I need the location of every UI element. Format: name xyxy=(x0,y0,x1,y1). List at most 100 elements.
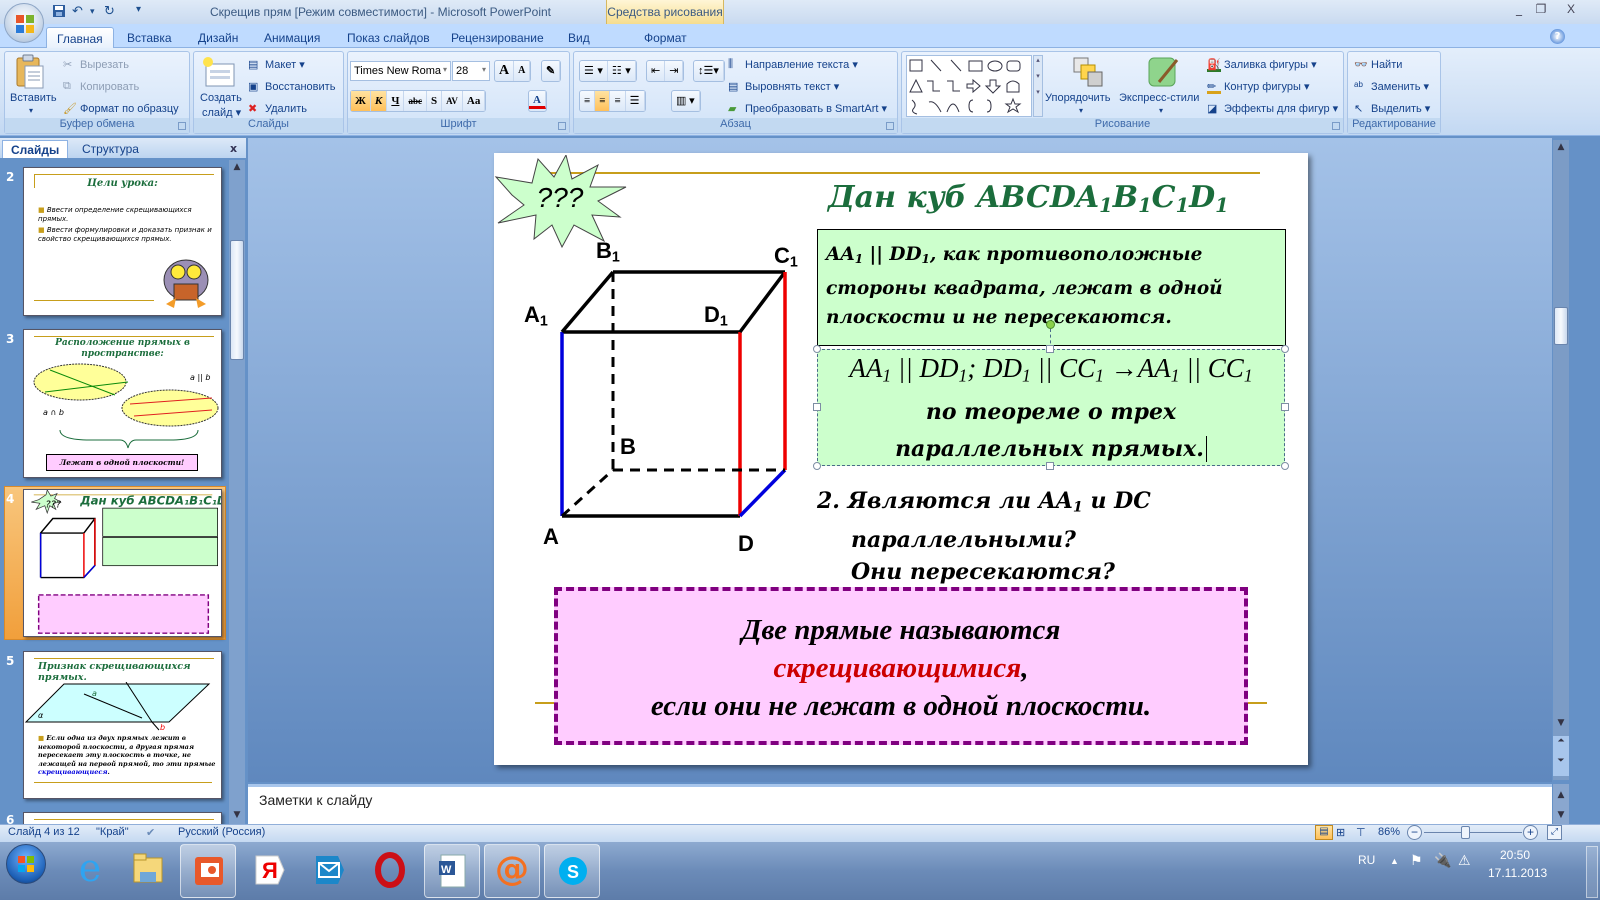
taskbar-mail-agent[interactable]: @ xyxy=(484,844,540,898)
question-2[interactable]: 2. Являются ли AA1 и DC параллельными? О… xyxy=(817,485,1151,588)
resize-handle-r[interactable] xyxy=(1281,403,1289,411)
font-size-select[interactable]: 28 ▾ xyxy=(452,61,490,81)
taskbar-skype[interactable]: S xyxy=(544,844,600,898)
restore-button[interactable]: ❐ xyxy=(1530,2,1552,20)
tab-animation[interactable]: Анимация xyxy=(254,27,330,48)
rotation-handle[interactable] xyxy=(1046,320,1055,329)
char-spacing-button[interactable]: AV xyxy=(442,91,463,111)
tab-design[interactable]: Дизайн xyxy=(188,27,248,48)
replace-button[interactable]: ab Заменить ▾ xyxy=(1354,80,1429,94)
zoom-slider-track[interactable] xyxy=(1424,832,1522,833)
dialog-launcher-icon[interactable] xyxy=(886,122,894,130)
layout-button[interactable]: ▤ Макет ▾ xyxy=(248,58,305,72)
arrange-button[interactable]: Упорядочить xyxy=(1045,92,1110,104)
decrease-indent-button[interactable]: ⇤ xyxy=(647,61,666,81)
justify-button[interactable]: ☰ xyxy=(626,91,645,111)
taskbar-opera[interactable] xyxy=(362,844,418,898)
bullets-button[interactable]: ☰ ▾ xyxy=(580,61,608,81)
scroll-up-icon[interactable]: ▲ xyxy=(229,162,245,172)
reset-button[interactable]: ▣ Восстановить xyxy=(248,80,335,94)
grow-font-button[interactable]: A xyxy=(495,61,515,81)
customize-qat-icon[interactable]: ▾ xyxy=(136,4,141,20)
zoom-in-button[interactable]: + xyxy=(1523,825,1538,840)
clock-date[interactable]: 17.11.2013 xyxy=(1488,866,1547,880)
starburst-shape[interactable]: ??? xyxy=(494,155,630,250)
font-name-select[interactable]: Times New Roma ▾ xyxy=(350,61,451,81)
dialog-launcher-icon[interactable] xyxy=(1332,122,1340,130)
strikethrough-button[interactable]: abc xyxy=(404,91,427,111)
fit-to-window-button[interactable]: ⤢ xyxy=(1547,825,1562,840)
resize-handle-tl[interactable] xyxy=(813,345,821,353)
numbering-button[interactable]: ☷ ▾ xyxy=(608,61,636,81)
format-painter-button[interactable]: 🖌 Формат по образцу xyxy=(63,102,179,116)
increase-indent-button[interactable]: ⇥ xyxy=(665,61,684,81)
tab-slides[interactable]: Слайды xyxy=(2,140,69,158)
underline-button[interactable]: Ч xyxy=(387,91,405,111)
slide-title[interactable]: Дан куб ABCDA1B1C1D1 xyxy=(828,180,1229,217)
slides-pane-scrollbar[interactable]: ▲ ▼ xyxy=(229,160,245,824)
bold-button[interactable]: Ж xyxy=(351,91,371,111)
align-left-button[interactable]: ≡ xyxy=(580,91,596,111)
office-button[interactable] xyxy=(4,3,44,43)
font-color-button[interactable]: A xyxy=(528,90,547,112)
delete-slide-button[interactable]: ✖ Удалить xyxy=(248,102,307,116)
resize-handle-tr[interactable] xyxy=(1281,345,1289,353)
dialog-launcher-icon[interactable] xyxy=(558,122,566,130)
next-slide-icon[interactable]: ⏷ xyxy=(1553,756,1569,776)
close-pane-icon[interactable]: x xyxy=(230,142,237,155)
zoom-out-button[interactable]: − xyxy=(1407,825,1422,840)
show-hidden-icons[interactable]: ▲ xyxy=(1390,856,1399,866)
align-center-button[interactable]: ≡ xyxy=(595,91,611,111)
cut-button[interactable]: ✂ Вырезать xyxy=(63,58,129,72)
scroll-down-icon[interactable]: ▼ xyxy=(229,810,245,820)
scroll-down-icon[interactable]: ▼ xyxy=(1553,718,1569,728)
close-button[interactable]: X xyxy=(1560,2,1582,20)
taskbar-file-explorer[interactable] xyxy=(120,844,176,898)
quick-styles-dropdown-icon[interactable]: ▾ xyxy=(1159,106,1163,115)
slideshow-view-button[interactable]: ⊤ xyxy=(1356,826,1366,839)
cube-diagram[interactable] xyxy=(540,260,800,530)
help-icon[interactable]: ? xyxy=(1550,29,1565,44)
taskbar-word[interactable]: W xyxy=(424,844,480,898)
tab-review[interactable]: Рецензирование xyxy=(441,27,554,48)
text-direction-button[interactable]: ⫼ Направление текста ▾ xyxy=(728,58,858,72)
scroll-up-icon[interactable]: ▲ xyxy=(1553,790,1569,800)
language-indicator[interactable]: Русский (Россия) xyxy=(178,826,265,838)
slide-thumbnail-5[interactable]: Признак скрещивающихся прямых. a α b ■ Е… xyxy=(23,651,222,799)
explanation-box-2[interactable]: AA1 || DD1; DD1 || CC1 →AA1 || CC1 по те… xyxy=(817,349,1285,466)
start-button[interactable] xyxy=(6,844,46,884)
scroll-down-icon[interactable]: ▼ xyxy=(1553,810,1569,820)
taskbar-yandex[interactable]: Я xyxy=(240,844,296,898)
align-right-button[interactable]: ≡ xyxy=(610,91,626,111)
show-desktop-button[interactable] xyxy=(1586,846,1598,898)
redo-icon[interactable]: ↻ xyxy=(104,4,115,20)
clear-format-button[interactable]: ✎ xyxy=(541,60,562,82)
new-slide-icon[interactable] xyxy=(202,56,236,91)
italic-button[interactable]: К xyxy=(370,91,388,111)
notes-scrollbar[interactable]: ▲ ▼ xyxy=(1553,784,1569,824)
paste-label[interactable]: Вставить xyxy=(10,92,57,104)
network-warning-icon[interactable]: ⚠ xyxy=(1458,852,1471,869)
minimize-button[interactable]: _ xyxy=(1508,2,1530,20)
taskbar-mail[interactable] xyxy=(300,844,356,898)
copy-button[interactable]: ⧉ Копировать xyxy=(63,80,139,94)
resize-handle-br[interactable] xyxy=(1281,462,1289,470)
normal-view-button[interactable]: ▤ xyxy=(1315,825,1333,840)
shrink-font-button[interactable]: A xyxy=(514,61,531,81)
resize-handle-bl[interactable] xyxy=(813,462,821,470)
columns-button[interactable]: ▥ ▾ xyxy=(671,90,701,112)
definition-box[interactable]: Две прямые называются скрещивающимися, е… xyxy=(554,587,1248,745)
action-center-flag-icon[interactable]: ⚑ xyxy=(1410,852,1423,869)
shape-fill-button[interactable]: ⛽ Заливка фигуры ▾ xyxy=(1207,58,1317,73)
paste-dropdown-icon[interactable]: ▾ xyxy=(29,106,33,115)
previous-slide-icon[interactable]: ⏶ xyxy=(1553,736,1569,756)
select-button[interactable]: ↖ Выделить ▾ xyxy=(1354,102,1430,116)
resize-handle-b[interactable] xyxy=(1046,462,1054,470)
tab-slideshow[interactable]: Показ слайдов xyxy=(337,27,440,48)
paste-button[interactable] xyxy=(13,54,47,93)
keyboard-language[interactable]: RU xyxy=(1358,853,1375,867)
undo-icon[interactable]: ↶ xyxy=(72,4,83,20)
quick-styles-button[interactable]: Экспресс-стили xyxy=(1119,92,1199,104)
change-case-button[interactable]: Aa xyxy=(463,91,486,111)
quick-styles-icon[interactable] xyxy=(1147,56,1179,91)
